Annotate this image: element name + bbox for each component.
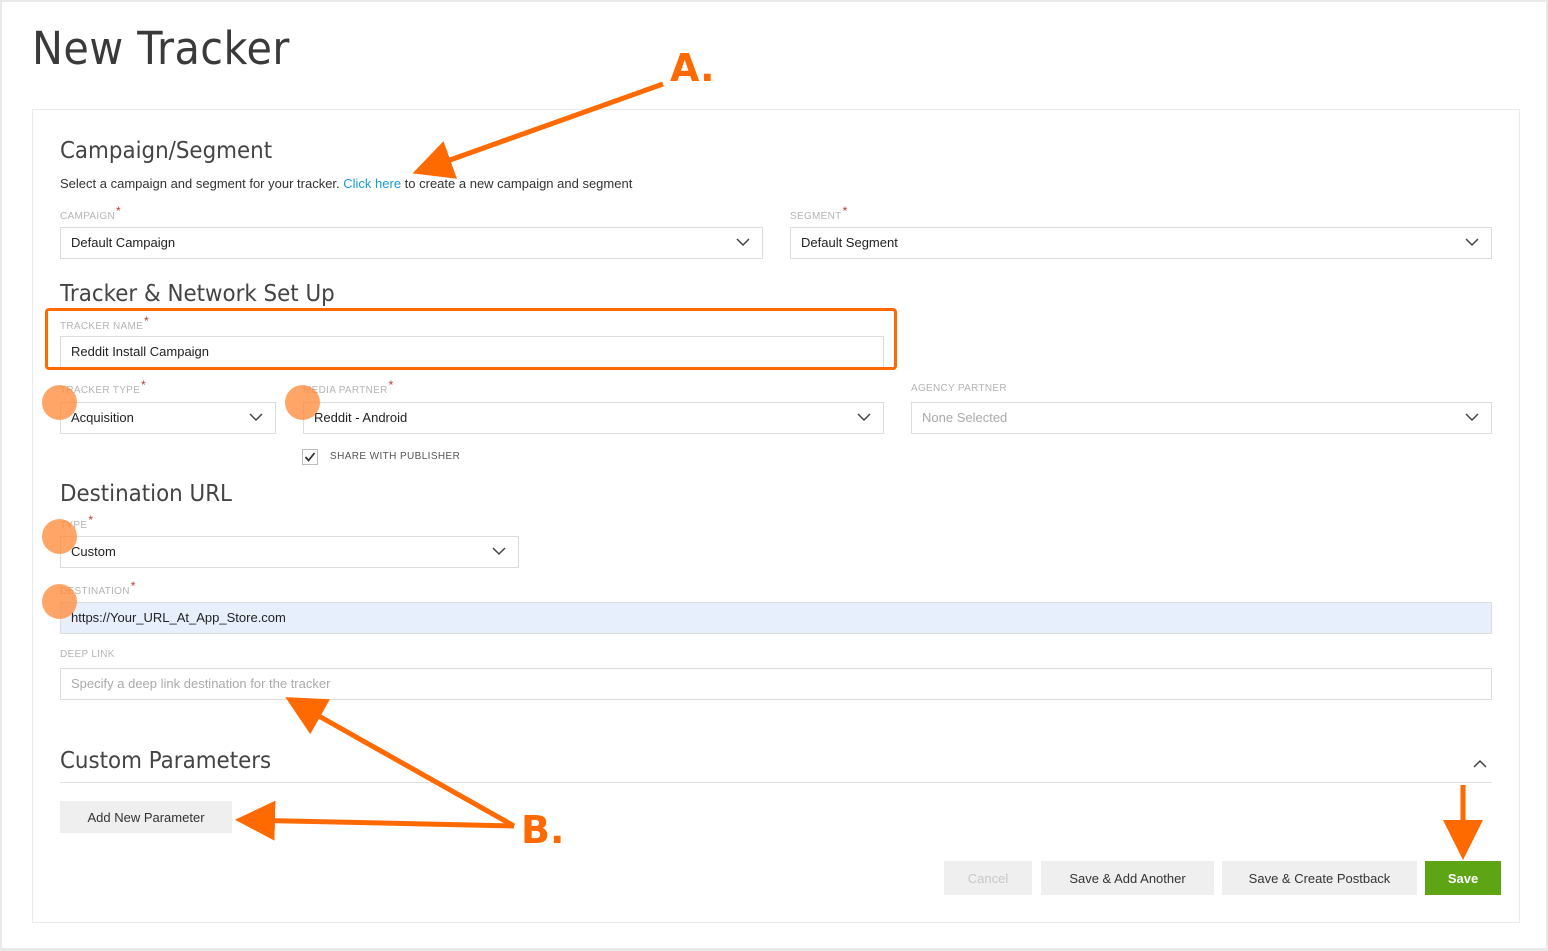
subtitle-text-after: to create a new campaign and segment: [401, 176, 633, 191]
tracker-type-label-text: TRACKER TYPE: [60, 385, 141, 396]
campaign-segment-subtitle: Select a campaign and segment for your t…: [60, 176, 632, 191]
checkmark-icon: [304, 452, 316, 462]
media-partner-label: MEDIA PARTNER*: [303, 378, 394, 396]
media-partner-select[interactable]: Reddit - Android: [303, 402, 884, 434]
media-partner-value: Reddit - Android: [314, 410, 408, 425]
required-marker: *: [130, 579, 136, 593]
create-campaign-link[interactable]: Click here: [343, 176, 401, 191]
campaign-select[interactable]: Default Campaign: [60, 227, 763, 259]
segment-label-text: SEGMENT: [790, 211, 842, 222]
agency-partner-select[interactable]: None Selected: [911, 402, 1492, 434]
section-title-tracker-setup: Tracker & Network Set Up: [60, 281, 335, 307]
destination-type-select[interactable]: Custom: [60, 536, 519, 568]
campaign-select-value: Default Campaign: [71, 235, 176, 250]
deep-link-placeholder: Specify a deep link destination for the …: [71, 676, 331, 691]
chevron-down-icon: [492, 547, 506, 556]
page-title: New Tracker: [32, 22, 290, 75]
required-marker: *: [144, 314, 150, 328]
type-label-text: TYPE: [60, 520, 88, 531]
segment-label: SEGMENT*: [790, 204, 848, 222]
destination-input[interactable]: https://Your_URL_At_App_Store.com: [60, 602, 1492, 634]
campaign-label: CAMPAIGN*: [60, 204, 121, 222]
chevron-down-icon: [249, 413, 263, 422]
chevron-down-icon: [1465, 413, 1479, 422]
chevron-down-icon: [736, 238, 750, 247]
segment-select-value: Default Segment: [801, 235, 898, 250]
campaign-label-text: CAMPAIGN: [60, 211, 115, 222]
media-partner-label-text: MEDIA PARTNER: [303, 385, 388, 396]
required-marker: *: [116, 204, 121, 218]
deep-link-label-text: DEEP LINK: [60, 649, 115, 660]
tracker-name-value: Reddit Install Campaign: [71, 344, 210, 359]
chevron-down-icon: [1465, 238, 1479, 247]
page: New Tracker Campaign/Segment Select a ca…: [2, 2, 1546, 948]
agency-partner-label-text: AGENCY PARTNER: [911, 383, 1007, 394]
required-marker: *: [388, 378, 394, 392]
chevron-down-icon: [857, 413, 871, 422]
save-button[interactable]: Save: [1425, 861, 1501, 895]
share-with-publisher-label: SHARE WITH PUBLISHER: [330, 451, 461, 462]
section-title-destination-url: Destination URL: [60, 481, 232, 507]
tracker-name-label-text: TRACKER NAME: [60, 321, 144, 332]
tracker-name-label: TRACKER NAME*: [60, 314, 149, 332]
destination-label-text: DESTINATION: [60, 586, 130, 597]
type-label: TYPE*: [60, 513, 93, 531]
required-marker: *: [141, 378, 147, 392]
destination-value: https://Your_URL_At_App_Store.com: [71, 610, 286, 625]
agency-partner-value: None Selected: [922, 410, 1008, 425]
tracker-type-select[interactable]: Acquisition: [60, 402, 276, 434]
section-title-custom-parameters: Custom Parameters: [60, 748, 272, 774]
subtitle-text-before: Select a campaign and segment for your t…: [60, 176, 344, 191]
chevron-up-icon[interactable]: [1473, 759, 1487, 769]
add-new-parameter-button[interactable]: Add New Parameter: [60, 801, 232, 833]
share-with-publisher-checkbox[interactable]: [302, 449, 318, 465]
save-and-add-another-button[interactable]: Save & Add Another: [1041, 861, 1214, 895]
annotation-label-a: A.: [670, 46, 715, 90]
required-marker: *: [842, 204, 848, 218]
agency-partner-label: AGENCY PARTNER: [911, 383, 1007, 394]
tracker-name-input[interactable]: Reddit Install Campaign: [60, 336, 884, 368]
deep-link-label: DEEP LINK: [60, 649, 115, 660]
section-title-campaign-segment: Campaign/Segment: [60, 138, 273, 164]
destination-label: DESTINATION*: [60, 579, 136, 597]
deep-link-input[interactable]: Specify a deep link destination for the …: [60, 668, 1492, 700]
tracker-type-label: TRACKER TYPE*: [60, 378, 146, 396]
save-and-create-postback-button[interactable]: Save & Create Postback: [1222, 861, 1417, 895]
cancel-button[interactable]: Cancel: [944, 861, 1032, 895]
destination-type-value: Custom: [71, 544, 116, 559]
required-marker: *: [88, 513, 94, 527]
segment-select[interactable]: Default Segment: [790, 227, 1492, 259]
tracker-type-value: Acquisition: [71, 410, 134, 425]
custom-parameters-divider: [60, 782, 1492, 783]
